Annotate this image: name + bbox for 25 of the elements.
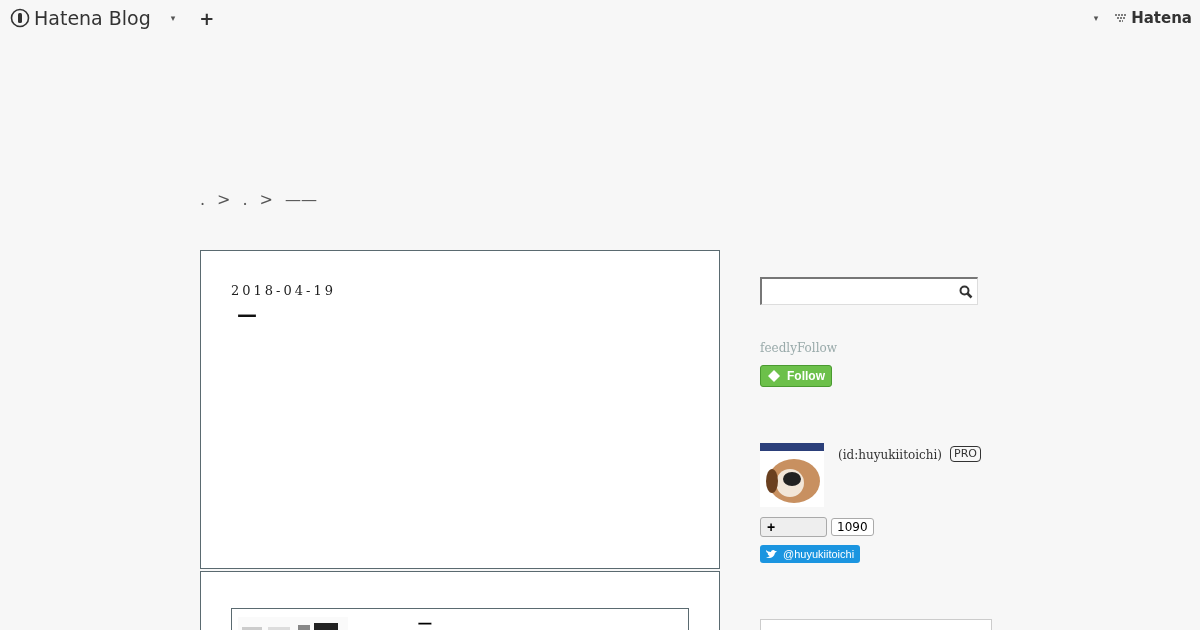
bird-icon — [766, 549, 778, 559]
breadcrumb-link[interactable]: —— — [285, 190, 317, 209]
separator: > — [217, 190, 231, 209]
separator: > — [259, 190, 273, 209]
caret-icon[interactable]: ▾ — [170, 13, 176, 23]
hatena-icon — [1114, 13, 1129, 23]
breadcrumb-link[interactable]: . — [200, 190, 206, 209]
subscriber-count: 1090 — [831, 518, 874, 536]
entry-date: 2018-04-19 — [231, 283, 337, 298]
feedly-label: feedlyFollow — [760, 341, 837, 355]
feedly-icon — [767, 369, 781, 383]
add-button[interactable]: + — [199, 7, 215, 29]
user-id[interactable]: (id:huyukiitoichi) — [838, 448, 942, 462]
logo-text: Hatena Blog — [34, 7, 151, 29]
search-field[interactable] — [760, 277, 978, 305]
embed-title[interactable]: 一 — [418, 617, 432, 630]
entry-title[interactable]: — — [237, 302, 689, 326]
hatena-logo[interactable]: Hatena — [1114, 9, 1192, 27]
breadcrumb-link[interactable]: . — [242, 190, 248, 209]
search-icon[interactable] — [959, 284, 973, 299]
pro-badge: PRO — [950, 446, 981, 462]
logo-icon — [10, 8, 30, 28]
subscribe-button[interactable]: + — [760, 517, 827, 537]
caret-icon[interactable]: ▾ — [1093, 13, 1099, 23]
hatena-blog-logo[interactable]: Hatena Blog — [10, 7, 151, 29]
